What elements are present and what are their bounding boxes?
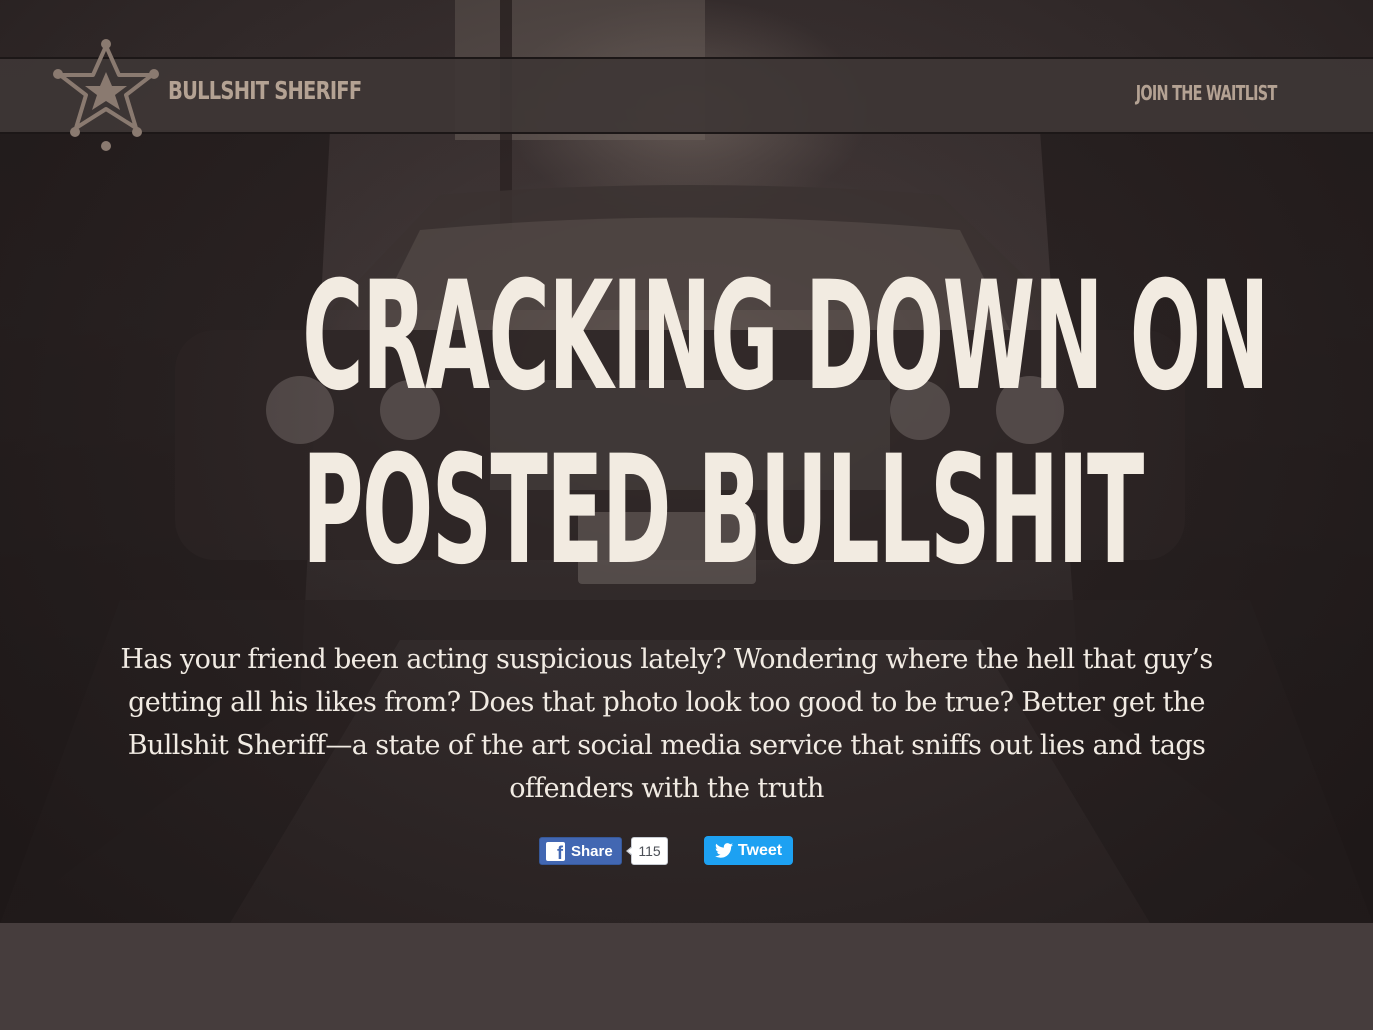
facebook-share-label: Share <box>571 842 613 860</box>
headline-line-2: POSTED BULLSHIT <box>302 424 1144 598</box>
footer-band <box>0 923 1373 1030</box>
join-waitlist-link[interactable]: JOIN THE WAITLIST <box>1136 81 1278 105</box>
twitter-bird-icon <box>714 843 733 858</box>
tweet-button[interactable]: Tweet <box>704 836 793 865</box>
brand-name[interactable]: BULLSHIT SHERIFF <box>168 76 362 105</box>
hero-description: Has your friend been acting suspicious l… <box>120 644 1213 804</box>
facebook-share-count: 115 <box>626 837 668 865</box>
sheriff-star-icon[interactable] <box>52 38 160 152</box>
hero-headline: CRACKING DOWN ON POSTED BULLSHIT <box>0 250 1373 598</box>
tweet-label: Tweet <box>737 841 783 859</box>
facebook-icon: f <box>546 841 565 861</box>
headline-line-1: CRACKING DOWN ON <box>302 250 1270 424</box>
facebook-share-button[interactable]: f Share <box>539 837 622 865</box>
